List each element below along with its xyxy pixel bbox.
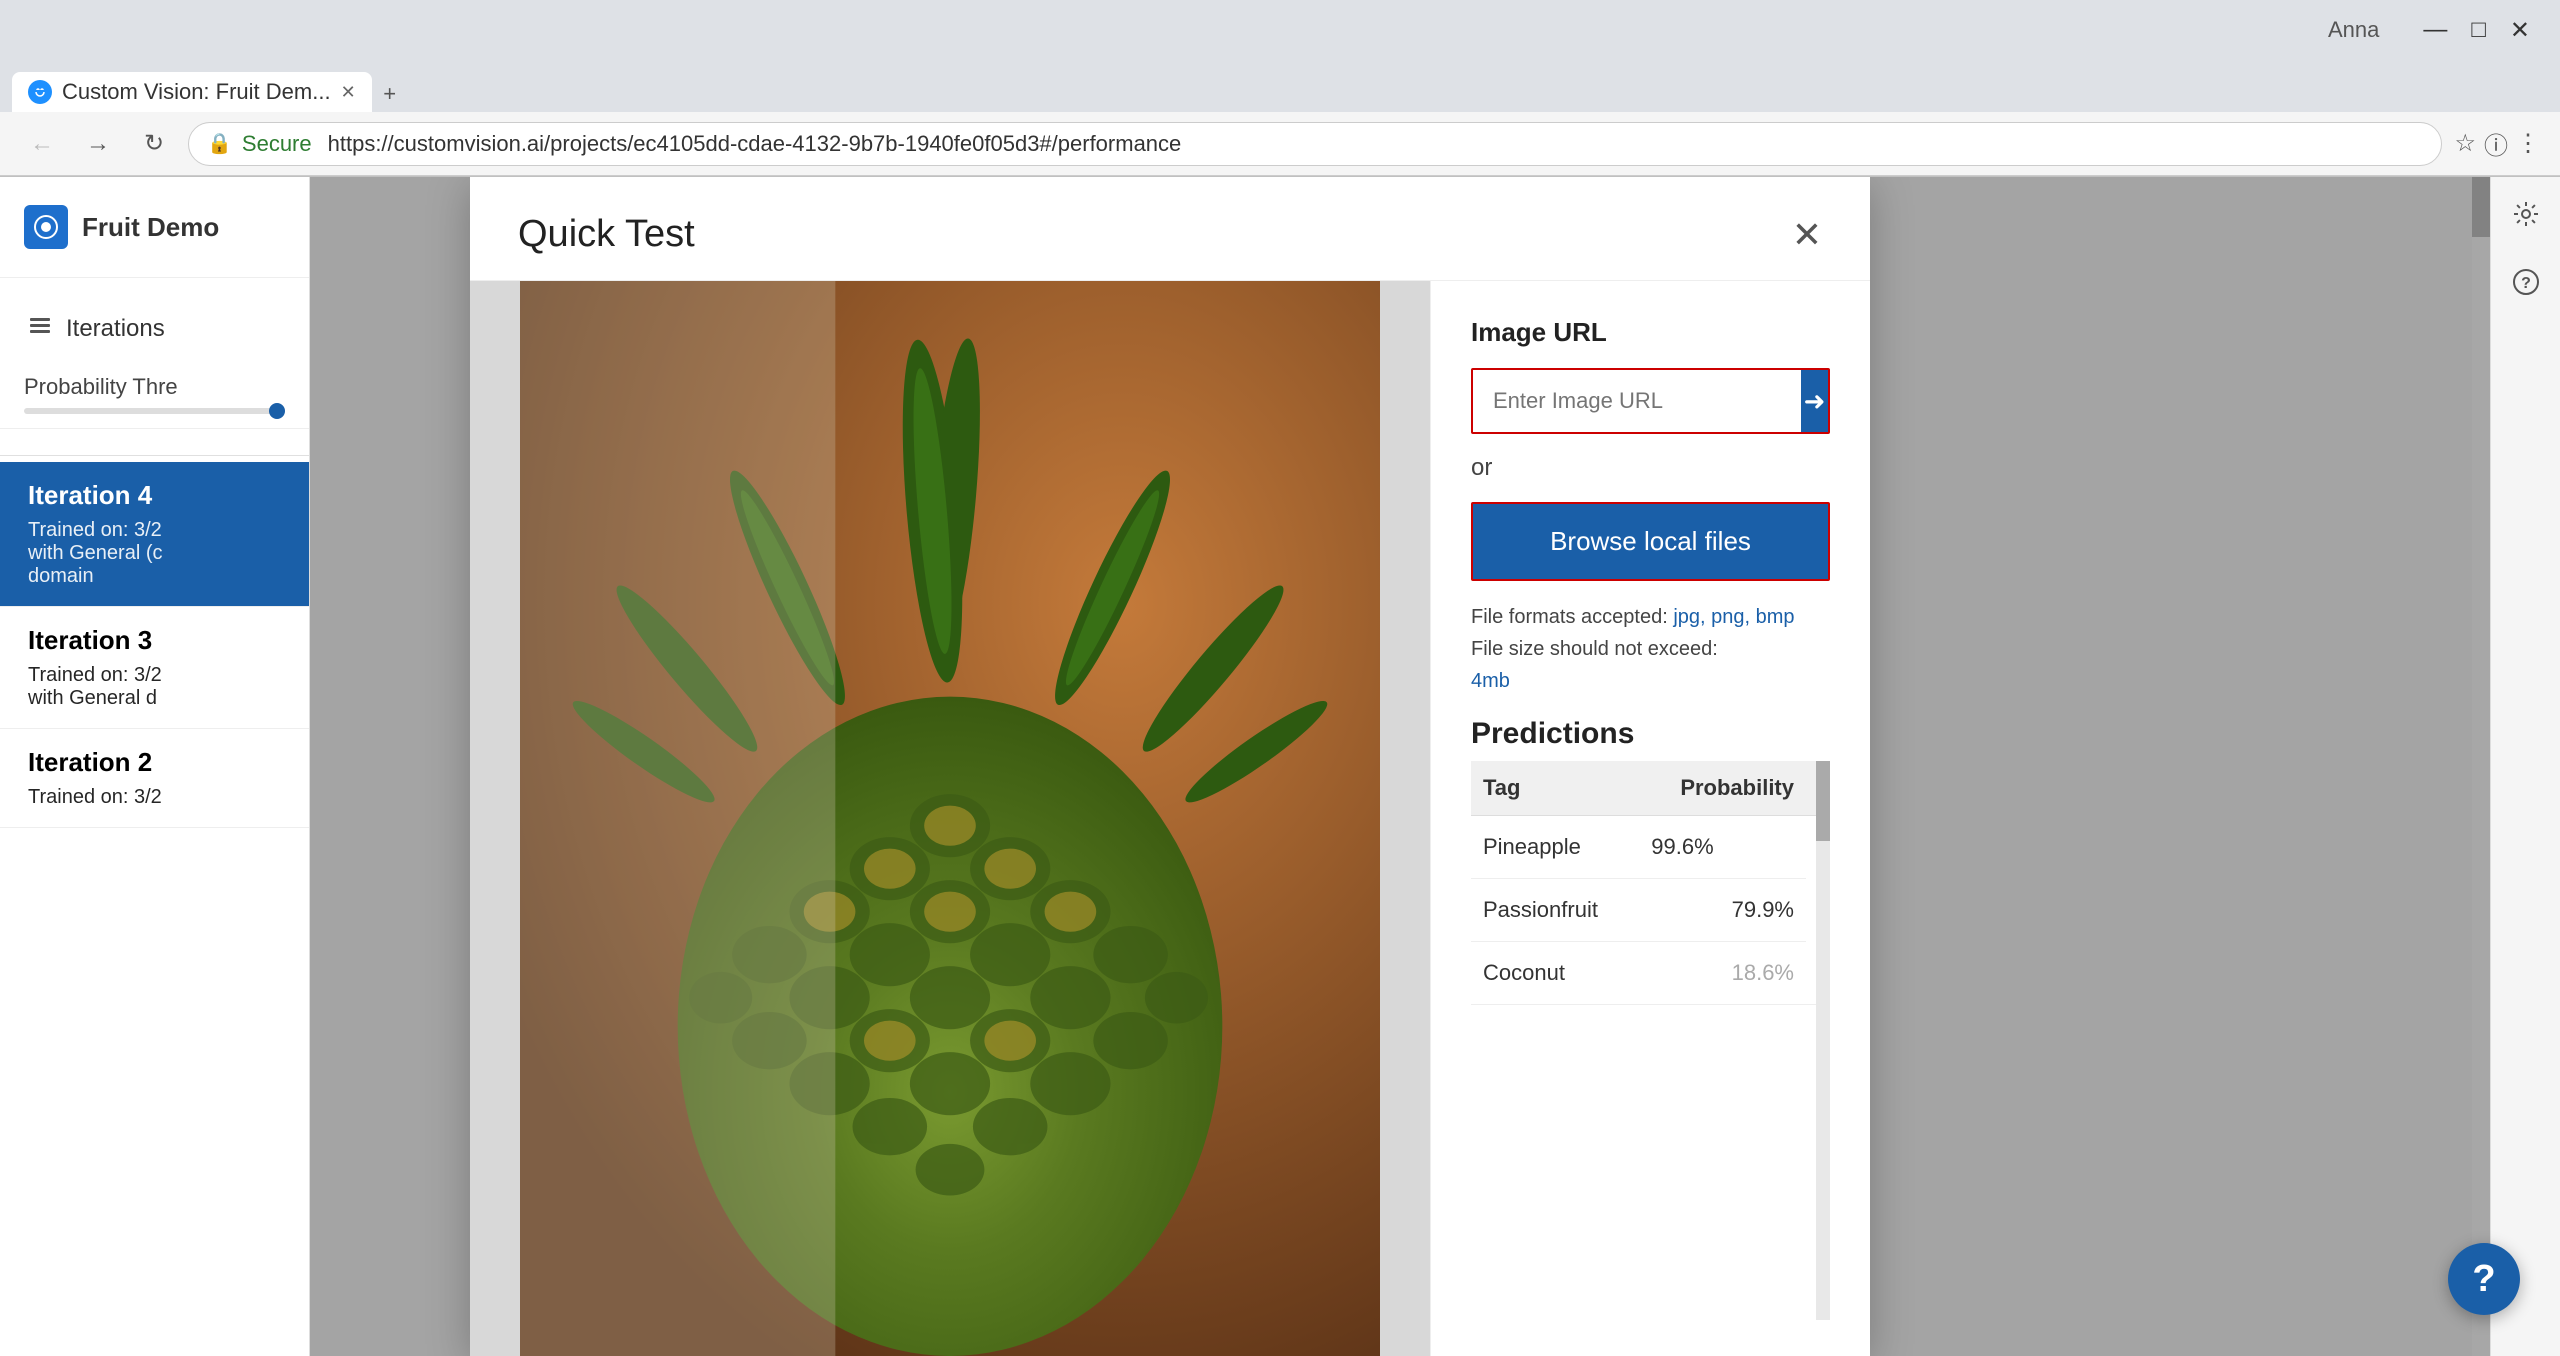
user-name: Anna [2328,17,2379,43]
sidebar-divider [0,455,309,456]
new-tab-button[interactable]: + [372,76,408,112]
predictions-scrollbar[interactable] [1816,761,1830,1320]
probability-threshold: Probability Thre [0,360,309,429]
address-bar: ← → ↻ 🔒 Secure https://customvision.ai/p… [0,112,2560,176]
secure-label: Secure [242,131,312,157]
tag-pineapple: Pineapple [1471,816,1639,879]
back-button[interactable]: ← [20,122,64,166]
tab-favicon [28,80,52,104]
app-container: Fruit Demo Iterations Probability Thre I… [0,177,2560,1356]
help-question-icon: ? [2472,1258,2495,1301]
threshold-slider[interactable] [24,408,285,414]
url-input-wrap: ➜ [1471,368,1830,434]
tab-title: Custom Vision: Fruit Dem... [62,79,331,105]
predictions-label: Predictions [1471,717,1830,751]
app-logo [24,205,68,249]
sidebar-title: Fruit Demo [82,212,219,243]
tag-passionfruit: Passionfruit [1471,879,1639,942]
gear-icon [2512,200,2540,235]
tab-bar: Custom Vision: Fruit Dem... ✕ + [0,60,2560,112]
floating-help-button[interactable]: ? [2448,1243,2520,1315]
minimize-button[interactable]: — [2413,12,2457,48]
col-probability: Probability [1639,761,1806,816]
main-content: Quick Test ✕ [310,177,2490,1356]
right-icon-bar: ? [2490,177,2560,1356]
address-input-wrap: 🔒 Secure https://customvision.ai/project… [188,122,2442,166]
file-size-text: File size should not exceed: [1471,638,1718,660]
url-submit-button[interactable]: ➜ [1801,370,1828,432]
predictions-scroll-container: Tag Probability Pineapple 99.6% [1471,761,1830,1320]
tab-close-button[interactable]: ✕ [341,82,356,103]
predictions-section: Predictions Tag Probability [1471,717,1830,1320]
iteration-item-4[interactable]: Iteration 4 Trained on: 3/2with General … [0,462,309,607]
iteration-2-title: Iteration 2 [28,747,281,778]
menu-button[interactable]: ⋮ [2516,129,2540,158]
modal-title: Quick Test [518,213,695,256]
iteration-item-2[interactable]: Iteration 2 Trained on: 3/2 [0,729,309,828]
window-controls: Anna — □ ✕ [2328,12,2540,49]
iteration-4-subtitle: Trained on: 3/2with General (cdomain [28,519,281,588]
iterations-label: Iterations [66,315,165,343]
svg-text:?: ? [2521,275,2531,292]
modal-close-button[interactable]: ✕ [1792,217,1822,253]
browse-btn-wrap: Browse local files [1471,502,1830,581]
predictions-scrollbar-thumb [1816,761,1830,841]
modal-header: Quick Test ✕ [470,177,1870,281]
col-tag: Tag [1471,761,1639,816]
sidebar-nav: Iterations Probability Thre [0,278,309,449]
prob-coconut: 18.6% [1639,942,1806,1005]
file-formats-links[interactable]: jpg, png, bmp [1673,606,1794,628]
bookmark-button[interactable]: ☆ [2454,129,2476,158]
modal-overlay: Quick Test ✕ [310,177,2490,1356]
image-url-input[interactable] [1473,370,1801,432]
question-icon: ? [2512,268,2540,303]
secure-icon: 🔒 [207,131,232,156]
iteration-4-title: Iteration 4 [28,480,281,511]
browser-chrome: Anna — □ ✕ Custom Vision: Fruit Dem... ✕… [0,0,2560,177]
prob-pineapple: 99.6% [1639,816,1806,879]
iteration-3-title: Iteration 3 [28,625,281,656]
active-tab[interactable]: Custom Vision: Fruit Dem... ✕ [12,72,372,112]
predictions-table: Tag Probability Pineapple 99.6% [1471,761,1830,1005]
settings-button[interactable] [2502,193,2550,241]
layers-icon [28,314,52,344]
refresh-button[interactable]: ↻ [132,122,176,166]
forward-button[interactable]: → [76,122,120,166]
address-url[interactable]: https://customvision.ai/projects/ec4105d… [328,131,2424,157]
prediction-row-passionfruit: Passionfruit 79.9% [1471,879,1830,942]
sidebar-header: Fruit Demo [0,177,309,278]
iteration-3-subtitle: Trained on: 3/2with General d [28,664,281,710]
pineapple-image [470,281,1430,1356]
file-formats-text: File formats accepted: [1471,606,1673,628]
prob-label: Probability Thre [24,374,178,399]
modal-body: Image URL ➜ or Browse local files [470,281,1870,1356]
file-size-limit[interactable]: 4mb [1471,670,1510,692]
maximize-button[interactable]: □ [2461,12,2496,48]
quick-test-dialog: Quick Test ✕ [470,177,1870,1356]
tag-coconut: Coconut [1471,942,1639,1005]
close-button[interactable]: ✕ [2500,12,2540,49]
iteration-item-3[interactable]: Iteration 3 Trained on: 3/2with General … [0,607,309,729]
image-url-label: Image URL [1471,317,1830,348]
prediction-row-pineapple: Pineapple 99.6% [1471,816,1830,879]
or-label: or [1471,454,1830,482]
right-panel: Image URL ➜ or Browse local files [1430,281,1870,1356]
arrow-right-icon: ➜ [1804,386,1826,417]
image-panel [470,281,1430,1356]
help-icon-button[interactable]: ? [2502,261,2550,309]
file-info: File formats accepted: jpg, png, bmp Fil… [1471,601,1830,697]
info-button[interactable]: ⓘ [2484,126,2508,161]
title-bar: Anna — □ ✕ [0,0,2560,60]
browse-local-files-button[interactable]: Browse local files [1473,504,1828,579]
address-icons: ☆ ⓘ ⋮ [2454,126,2540,161]
prob-passionfruit: 79.9% [1639,879,1806,942]
sidebar-item-iterations[interactable]: Iterations [0,298,309,360]
iteration-2-subtitle: Trained on: 3/2 [28,786,281,809]
prediction-row-coconut: Coconut 18.6% [1471,942,1830,1005]
sidebar: Fruit Demo Iterations Probability Thre I… [0,177,310,1356]
